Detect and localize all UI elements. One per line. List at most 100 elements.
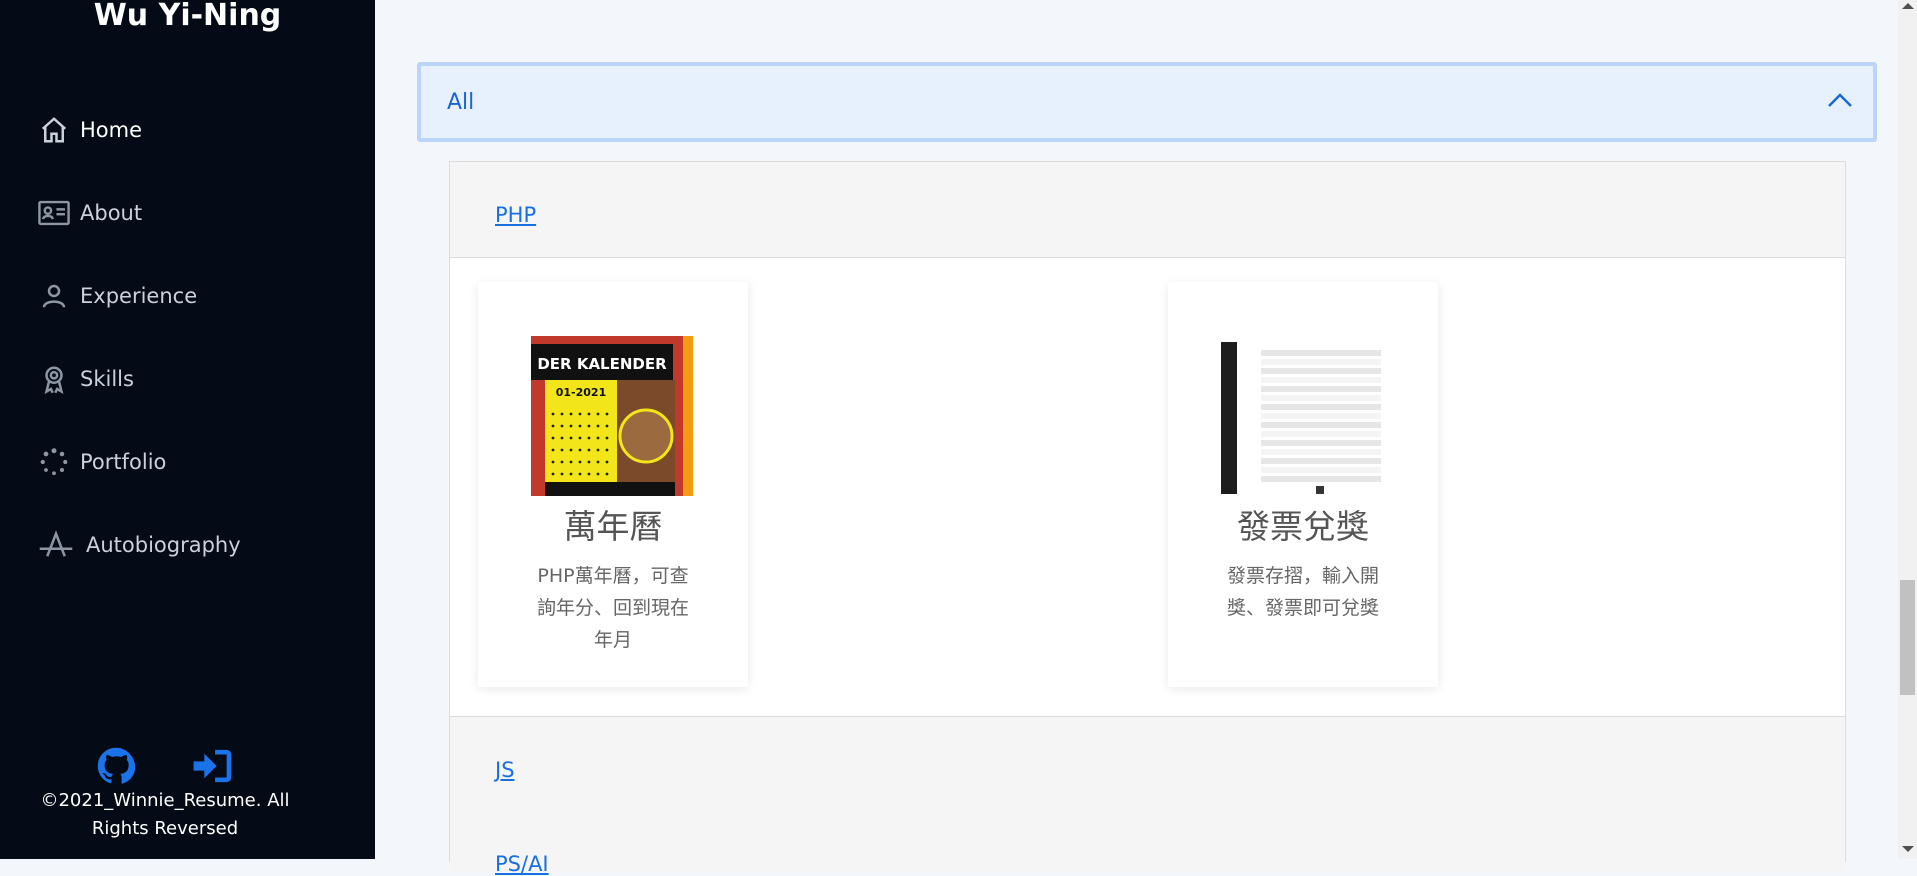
calendar-day-dot bbox=[551, 436, 555, 440]
calendar-day-dot bbox=[560, 436, 564, 440]
calendar-day-dot bbox=[560, 412, 564, 416]
portfolio-card[interactable]: DER KALENDER 01-2021 萬年曆 PHP萬年曆，可查詢年分、回到… bbox=[478, 282, 748, 687]
calendar-day-dot bbox=[560, 460, 564, 464]
home-icon bbox=[36, 112, 72, 148]
calendar-day-dot bbox=[605, 460, 609, 464]
calendar-day-dot bbox=[578, 448, 582, 452]
calendar-day-dot bbox=[578, 412, 582, 416]
thumb-title: DER KALENDER bbox=[537, 355, 667, 373]
sidebar-item-label: About bbox=[80, 200, 143, 225]
calendar-day-dot bbox=[596, 412, 600, 416]
copyright-text: ©2021_Winnie_Resume. All Rights Reversed bbox=[40, 790, 290, 839]
calendar-day-dot bbox=[596, 424, 600, 428]
calendar-day-dot bbox=[596, 472, 600, 476]
brand-name: Wu Yi-Ning bbox=[93, 0, 282, 33]
github-icon[interactable] bbox=[96, 746, 136, 786]
scroll-down-arrow-icon[interactable] bbox=[1902, 846, 1914, 852]
invoice-table-row bbox=[1261, 458, 1381, 464]
category-link-php[interactable]: PHP bbox=[495, 203, 536, 227]
accordion-header-all[interactable]: All bbox=[417, 62, 1877, 142]
sidebar-item-label: Autobiography bbox=[86, 532, 241, 557]
calendar-day-dot bbox=[578, 436, 582, 440]
calendar-day-dot bbox=[551, 412, 555, 416]
scrollbar[interactable] bbox=[1898, 0, 1917, 859]
invoice-table-row bbox=[1261, 431, 1381, 437]
category-link-js[interactable]: JS bbox=[495, 758, 515, 782]
chevron-up-icon bbox=[1827, 92, 1853, 113]
invoice-table-row bbox=[1261, 467, 1381, 473]
invoice-table-row bbox=[1261, 377, 1381, 383]
sidebar-item-portfolio[interactable]: Portfolio bbox=[36, 420, 241, 503]
accordion-panel: PHP DER KALENDER 01-2021 萬年曆 PHP萬年曆，可查詢年… bbox=[449, 161, 1846, 876]
calendar-day-dot bbox=[587, 412, 591, 416]
sidebar-item-home[interactable]: Home bbox=[36, 88, 241, 171]
id-card-icon bbox=[36, 195, 72, 231]
card-title: 萬年曆 bbox=[563, 507, 663, 546]
calendar-day-dot bbox=[605, 448, 609, 452]
sign-in-icon[interactable] bbox=[192, 746, 232, 786]
calendar-day-dot bbox=[569, 436, 573, 440]
social-links bbox=[96, 746, 232, 786]
invoice-thumbnail bbox=[1221, 336, 1383, 496]
calendar-day-dot bbox=[596, 448, 600, 452]
calendar-day-dot bbox=[587, 448, 591, 452]
category-row-js: JS bbox=[450, 716, 1845, 813]
portfolio-card[interactable]: 發票兌獎 發票存摺，輸入開獎、發票即可兌獎 bbox=[1168, 282, 1438, 687]
sidebar-item-label: Experience bbox=[80, 283, 198, 308]
calendar-day-dot bbox=[596, 460, 600, 464]
sidebar-item-autobiography[interactable]: Autobiography bbox=[36, 503, 241, 586]
award-icon bbox=[36, 361, 72, 397]
category-row-psai: PS/AI bbox=[450, 812, 1845, 876]
calendar-day-dot bbox=[605, 436, 609, 440]
calendar-day-dot bbox=[587, 424, 591, 428]
calendar-day-dot bbox=[551, 424, 555, 428]
calendar-day-dot bbox=[578, 460, 582, 464]
scrollbar-thumb[interactable] bbox=[1900, 580, 1915, 695]
calendar-day-dot bbox=[560, 424, 564, 428]
loading-dots-icon bbox=[36, 444, 72, 480]
card-title: 發票兌獎 bbox=[1237, 507, 1369, 546]
thumb-date: 01-2021 bbox=[556, 386, 607, 399]
calendar-day-dot bbox=[560, 472, 564, 476]
accordion-title: All bbox=[447, 89, 475, 115]
sidebar: Wu Yi-Ning Home About Experience Skills bbox=[0, 0, 375, 859]
invoice-table-row bbox=[1261, 476, 1381, 482]
calendar-day-dot bbox=[560, 448, 564, 452]
sidebar-item-about[interactable]: About bbox=[36, 171, 241, 254]
calendar-day-dot bbox=[551, 460, 555, 464]
sidebar-item-skills[interactable]: Skills bbox=[36, 337, 241, 420]
category-link-psai[interactable]: PS/AI bbox=[495, 852, 549, 876]
calendar-day-dot bbox=[596, 436, 600, 440]
invoice-table-row bbox=[1261, 386, 1381, 392]
calendar-day-dot bbox=[605, 424, 609, 428]
calendar-thumbnail: DER KALENDER 01-2021 bbox=[531, 336, 693, 496]
card-description: 發票存摺，輸入開獎、發票即可兌獎 bbox=[1226, 565, 1379, 619]
calendar-day-dot bbox=[569, 424, 573, 428]
card-description: PHP萬年曆，可查詢年分、回到現在年月 bbox=[536, 565, 689, 651]
calendar-day-dot bbox=[569, 472, 573, 476]
invoice-table-row bbox=[1261, 395, 1381, 401]
sidebar-item-label: Home bbox=[80, 117, 143, 142]
calendar-day-dot bbox=[605, 412, 609, 416]
sidebar-nav: Home About Experience Skills Portfolio A… bbox=[36, 88, 241, 586]
category-row-php: PHP bbox=[450, 162, 1845, 258]
invoice-table-row bbox=[1261, 368, 1381, 374]
calendar-day-dot bbox=[569, 460, 573, 464]
invoice-table-row bbox=[1261, 404, 1381, 410]
calendar-day-dot bbox=[605, 472, 609, 476]
sidebar-item-label: Skills bbox=[80, 366, 134, 391]
sidebar-item-experience[interactable]: Experience bbox=[36, 254, 241, 337]
invoice-table-row bbox=[1261, 449, 1381, 455]
calendar-day-dot bbox=[587, 460, 591, 464]
calendar-day-dot bbox=[551, 448, 555, 452]
scroll-up-arrow-icon[interactable] bbox=[1902, 3, 1914, 9]
invoice-table-row bbox=[1261, 422, 1381, 428]
font-a-icon bbox=[36, 527, 76, 563]
calendar-day-dot bbox=[551, 472, 555, 476]
calendar-day-dot bbox=[587, 436, 591, 440]
calendar-day-dot bbox=[578, 424, 582, 428]
calendar-day-dot bbox=[569, 412, 573, 416]
invoice-table-row bbox=[1261, 359, 1381, 365]
calendar-day-dot bbox=[587, 472, 591, 476]
person-icon bbox=[36, 278, 72, 314]
